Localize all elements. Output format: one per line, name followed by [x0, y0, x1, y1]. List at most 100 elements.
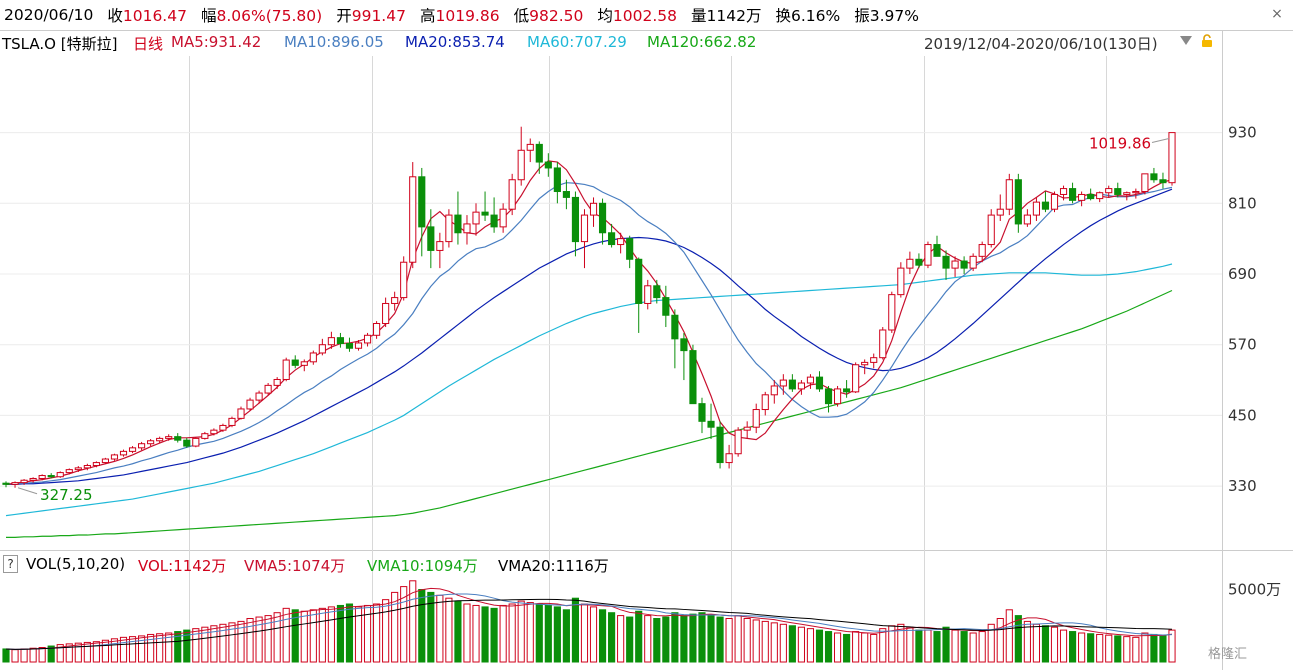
- volume-bar: [2, 648, 10, 663]
- volume-bar: [327, 606, 335, 663]
- volume-bar: [1141, 632, 1149, 663]
- volume-bar: [770, 622, 778, 663]
- candle-body: [92, 462, 100, 467]
- candle-body: [1069, 188, 1077, 201]
- volume-bar: [879, 628, 887, 663]
- candle-body: [508, 179, 516, 210]
- candle-body: [327, 337, 335, 346]
- candle-body: [65, 469, 73, 474]
- candle-body: [770, 385, 778, 396]
- candle-body: [445, 214, 453, 243]
- volume-bar: [1050, 626, 1059, 663]
- volume-bar: [598, 609, 607, 663]
- volume-bar: [246, 618, 254, 663]
- candle-body: [553, 167, 561, 193]
- candle-body: [418, 176, 426, 228]
- volume-bar: [1069, 631, 1077, 663]
- candle-body: [282, 359, 290, 380]
- candle-body: [906, 258, 914, 269]
- candle-body: [761, 394, 769, 411]
- candle-body: [29, 477, 37, 481]
- volume-bar: [472, 604, 480, 663]
- candle-body: [490, 214, 498, 228]
- volume-bar: [29, 647, 37, 663]
- volume-bar: [508, 603, 516, 663]
- candle-body: [1123, 192, 1131, 195]
- volume-bar: [1132, 636, 1140, 663]
- candle-body: [852, 364, 860, 393]
- candle-body: [1014, 179, 1022, 225]
- candle-body: [192, 437, 200, 447]
- watermark: 格隆汇: [1208, 647, 1248, 662]
- candle-body: [707, 420, 715, 428]
- volume-bar: [906, 626, 914, 663]
- volume-bar: [128, 636, 137, 663]
- candle-body: [969, 255, 977, 269]
- volume-bar: [806, 628, 815, 663]
- candle-body: [725, 453, 733, 464]
- volume-bar: [707, 615, 715, 663]
- volume-bar: [38, 647, 46, 663]
- min-annotation-label: 327.25: [40, 486, 92, 504]
- candle-body: [1078, 193, 1086, 201]
- min-annotation-leader: [17, 487, 38, 495]
- ma120-line: [6, 289, 1173, 538]
- candle-body: [544, 161, 552, 169]
- vol-now-label: VOL:1142万: [138, 557, 227, 575]
- candle-body: [779, 379, 787, 387]
- candle-body: [74, 467, 82, 471]
- candle-body: [1105, 188, 1113, 194]
- candle-body: [598, 202, 607, 234]
- candle-body: [83, 465, 91, 469]
- candle-body: [1023, 214, 1031, 225]
- candle-body: [1150, 173, 1158, 181]
- candle-body: [454, 214, 462, 234]
- candle-body: [861, 361, 869, 366]
- volume-bar: [824, 631, 833, 663]
- candle-body: [138, 443, 146, 449]
- candle-body: [110, 454, 119, 460]
- volume-bar: [526, 602, 534, 663]
- candle-body: [843, 388, 851, 393]
- volume-bar: [391, 591, 399, 663]
- max-annotation-leader: [1151, 138, 1170, 143]
- candle-body: [128, 447, 137, 452]
- volume-bar: [454, 600, 462, 663]
- candle-body: [2, 482, 10, 485]
- candle-body: [472, 211, 480, 225]
- candle-body: [734, 429, 742, 455]
- candle-body: [409, 176, 417, 263]
- candle-body: [978, 244, 986, 257]
- volume-bar: [119, 636, 128, 663]
- volume-bar: [779, 623, 787, 663]
- candle-body: [942, 255, 950, 269]
- candle-body: [101, 458, 109, 464]
- volume-bar: [788, 625, 796, 663]
- price-tick-label: 810: [1228, 194, 1257, 212]
- candle-body: [38, 475, 46, 479]
- candle-body: [291, 359, 299, 366]
- candle-body: [382, 302, 390, 325]
- volume-bar: [725, 618, 733, 663]
- candle-body: [716, 426, 724, 464]
- candle-body: [951, 260, 959, 269]
- volume-bar: [761, 620, 769, 663]
- candle-body: [436, 241, 444, 251]
- candle-body: [165, 436, 173, 439]
- candle-body: [119, 450, 128, 456]
- volume-bar: [1087, 633, 1095, 663]
- candle-body: [535, 143, 543, 163]
- candle-body: [1032, 201, 1040, 216]
- volume-bar: [960, 631, 968, 663]
- candle-body: [671, 314, 679, 340]
- candle-body: [924, 244, 932, 266]
- candle-body: [1132, 191, 1140, 194]
- candle-body: [897, 267, 905, 296]
- candle-body: [797, 382, 805, 390]
- price-tick-label: 690: [1228, 265, 1257, 283]
- candle-body: [273, 378, 281, 386]
- candle-body: [174, 436, 182, 441]
- volume-bar: [924, 629, 932, 663]
- volume-bar: [978, 631, 986, 663]
- volume-legend: VOL(5,10,20) VOL:1142万 VMA5:1074万 VMA10:…: [0, 553, 1293, 575]
